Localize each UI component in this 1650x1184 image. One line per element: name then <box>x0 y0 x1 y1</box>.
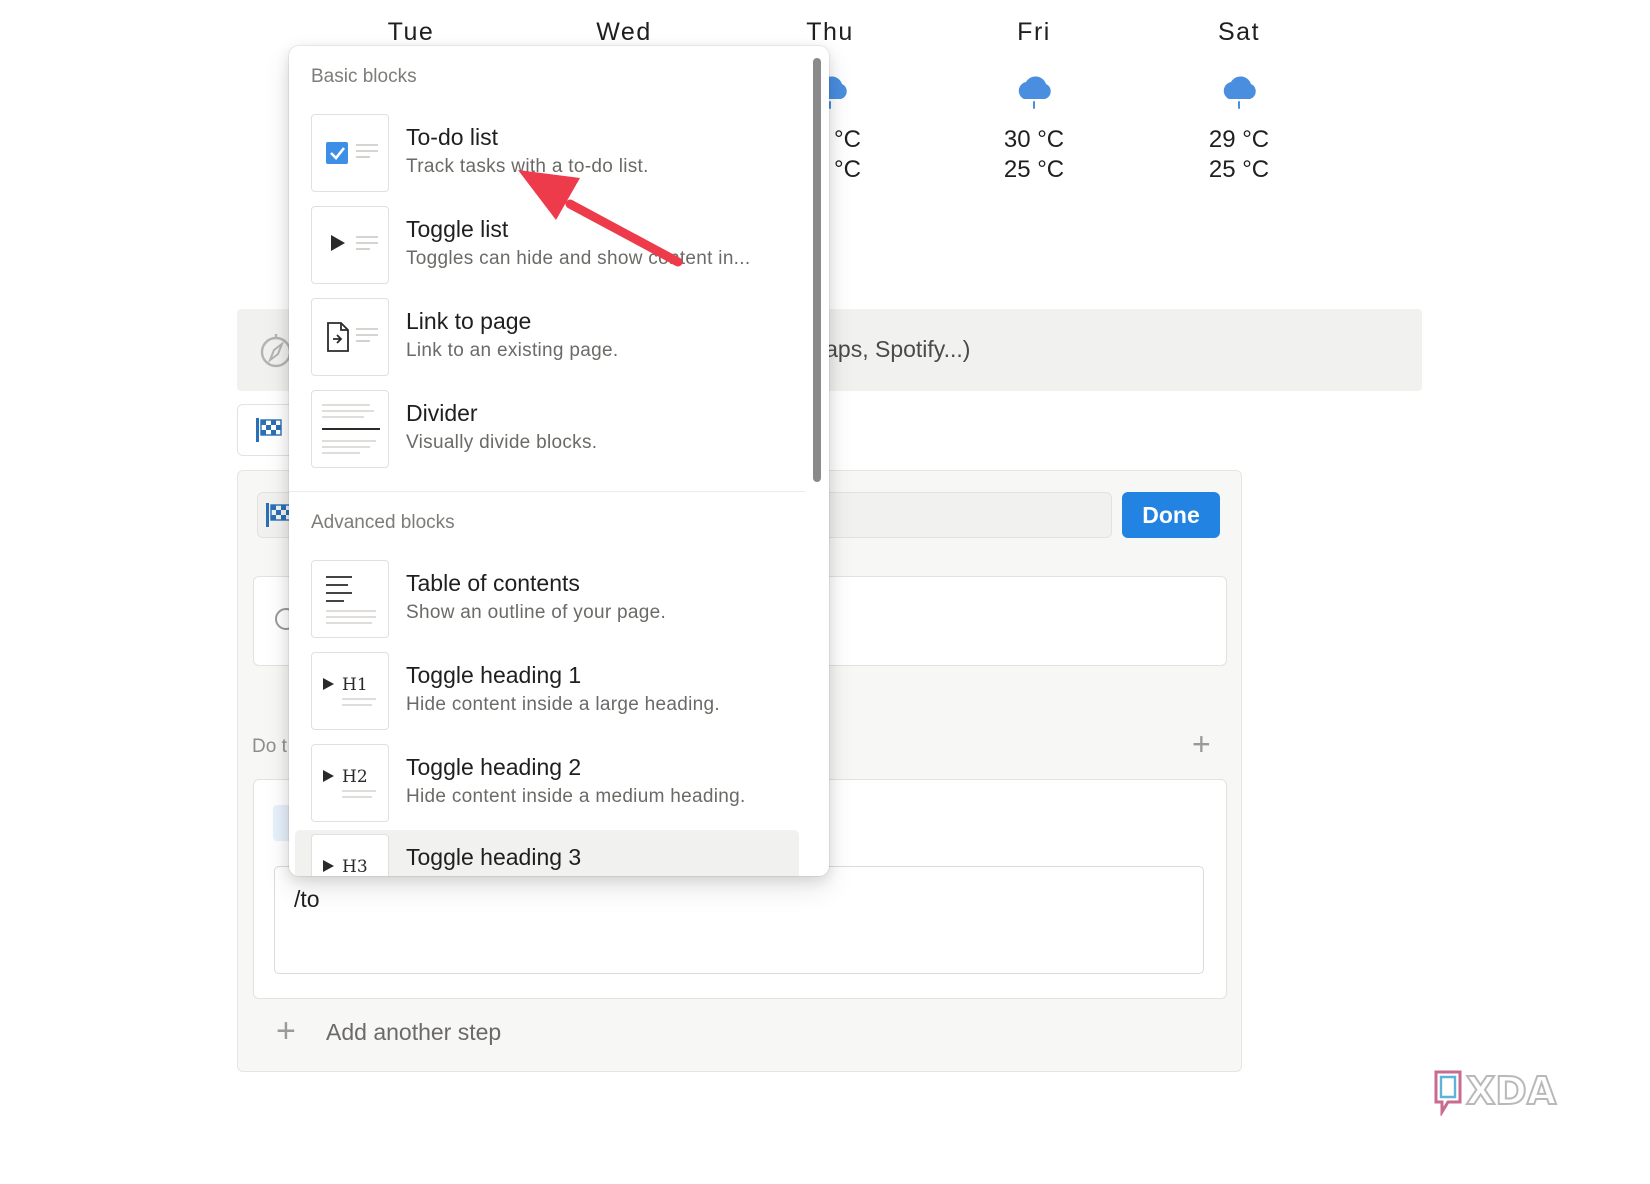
xda-watermark-logo: XDA <box>1434 1068 1558 1116</box>
toggle-h3-icon: H3 <box>323 857 368 876</box>
menu-item-toggle-heading-1[interactable]: H1 Toggle heading 1 Hide content inside … <box>295 648 799 734</box>
menu-item-description: Hide content inside a large heading. <box>406 694 720 715</box>
annotation-arrow-icon <box>518 170 683 267</box>
step-text-area[interactable] <box>274 866 1204 974</box>
weather-day-name: Tue <box>387 18 435 46</box>
menu-item-title: Divider <box>406 400 478 426</box>
weather-day-fri: Fri 30 °C 25 °C <box>964 18 1104 185</box>
section-label-advanced: Advanced blocks <box>311 512 455 533</box>
step-text-value: /to <box>294 886 320 912</box>
checkered-flag-icon <box>256 418 282 442</box>
toggle-h3-thumbnail: H3 <box>311 834 389 876</box>
rain-cloud-icon <box>1223 76 1256 109</box>
weather-day-wed: Wed <box>554 18 694 47</box>
menu-item-description: Link to an existing page. <box>406 340 619 361</box>
link-to-page-thumbnail <box>311 298 389 376</box>
steps-section-label: Do t <box>252 736 287 757</box>
weather-day-name: Sat <box>1217 18 1261 46</box>
thumb-heading-text: H1 <box>342 675 368 695</box>
menu-item-title: Toggle heading 3 <box>406 844 582 870</box>
toggle-h2-icon: H2 <box>323 767 376 798</box>
menu-item-description: Visually divide blocks. <box>406 432 598 453</box>
toggle-list-thumbnail <box>311 206 389 284</box>
rain-cloud-icon <box>1018 76 1051 109</box>
toggle-h1-thumbnail: H1 <box>311 652 389 730</box>
menu-item-title: Toggle heading 1 <box>406 662 582 688</box>
page-link-icon <box>327 322 378 352</box>
weather-day-name: Wed <box>596 18 652 46</box>
toggle-triangle-icon <box>331 235 378 251</box>
toggle-h2-thumbnail: H2 <box>311 744 389 822</box>
menu-scrollbar[interactable] <box>813 58 821 482</box>
weather-temp-low: 25 °C <box>1208 156 1270 183</box>
weather-temp-high: 29 °C <box>1208 126 1270 153</box>
toggle-h1-icon: H1 <box>323 675 376 706</box>
menu-item-title: Toggle heading 2 <box>406 754 582 780</box>
toc-thumbnail <box>311 560 389 638</box>
menu-section-divider <box>289 491 805 492</box>
plus-icon[interactable]: + <box>276 1014 296 1048</box>
weather-day-tue: Tue <box>341 18 481 47</box>
done-button[interactable]: Done <box>1122 492 1220 538</box>
menu-item-table-of-contents[interactable]: Table of contents Show an outline of you… <box>295 556 799 642</box>
menu-item-description: Show an outline of your page. <box>406 602 667 623</box>
thumb-heading-text: H2 <box>342 767 368 787</box>
menu-item-toggle-heading-2[interactable]: H2 Toggle heading 2 Hide content inside … <box>295 740 799 826</box>
watermark-text: XDA <box>1466 1069 1557 1113</box>
weather-day-name: Fri <box>1017 18 1051 46</box>
menu-item-toggle-heading-3[interactable]: H3 Toggle heading 3 <box>295 830 799 876</box>
menu-item-divider[interactable]: Divider Visually divide blocks. <box>295 386 799 472</box>
todo-thumbnail <box>311 114 389 192</box>
section-label-basic: Basic blocks <box>311 66 417 87</box>
menu-item-link-to-page[interactable]: Link to page Link to an existing page. <box>295 294 799 380</box>
divider-icon <box>322 404 380 454</box>
menu-item-title: Link to page <box>406 308 532 334</box>
thumb-heading-text: H3 <box>342 857 368 876</box>
weather-day-sat: Sat 29 °C 25 °C <box>1169 18 1309 185</box>
add-section-plus-icon[interactable]: + <box>1192 728 1211 760</box>
add-another-step-button[interactable]: Add another step <box>326 1019 501 1046</box>
weather-temp-low: 25 °C <box>1003 156 1065 183</box>
menu-item-title: Table of contents <box>406 570 580 596</box>
weather-day-name: Thu <box>806 18 854 46</box>
table-of-contents-icon <box>326 576 376 624</box>
checkbox-icon <box>326 142 378 164</box>
menu-item-description: Hide content inside a medium heading. <box>406 786 746 807</box>
menu-item-title: Toggle list <box>406 216 509 242</box>
weather-temp-high: 30 °C <box>1003 126 1065 153</box>
embed-placeholder-text: laps, Spotify...) <box>820 336 971 362</box>
divider-thumbnail <box>311 390 389 468</box>
menu-item-title: To-do list <box>406 124 499 150</box>
